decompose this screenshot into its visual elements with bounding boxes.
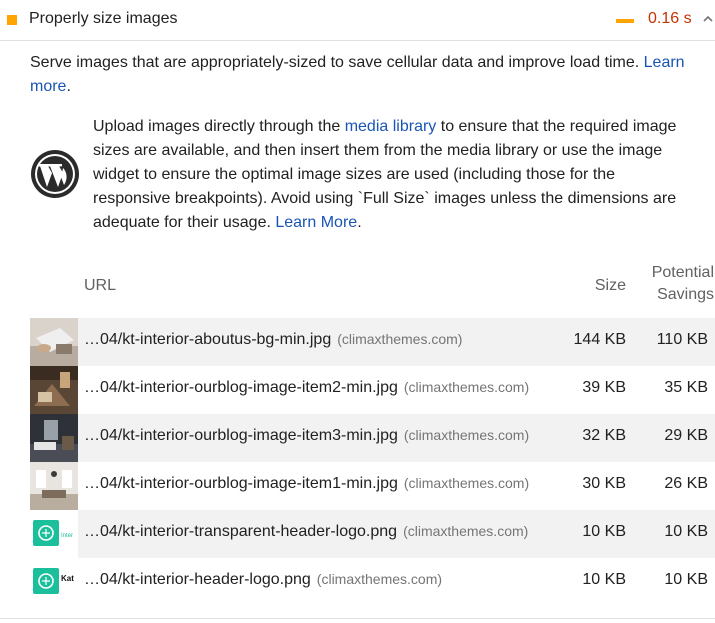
resource-url[interactable]: …04/kt-interior-header-logo.png (climaxth…	[84, 571, 442, 589]
table-row[interactable]: Inter …04/kt-interior-transparent-header…	[30, 510, 715, 558]
wordpress-logo-icon	[31, 150, 79, 198]
resource-url[interactable]: …04/kt-interior-ourblog-image-item2-min.…	[84, 379, 529, 397]
table-row[interactable]: …04/kt-interior-ourblog-image-item3-min.…	[30, 414, 715, 462]
photo-thumbnail	[30, 462, 78, 510]
resource-size: 39 KB	[582, 379, 626, 396]
audit-header[interactable]: Properly size images 0.16 s	[0, 0, 715, 41]
chevron-up-icon[interactable]	[702, 13, 714, 25]
resource-url[interactable]: …04/kt-interior-transparent-header-logo.…	[84, 523, 528, 541]
resource-size: 144 KB	[573, 331, 626, 348]
resource-savings: 110 KB	[656, 331, 708, 348]
learn-more-wp-link[interactable]: Learn More	[275, 214, 357, 231]
photo-thumbnail	[30, 366, 78, 414]
column-header-size: Size	[594, 277, 626, 294]
resource-url[interactable]: …04/kt-interior-ourblog-image-item3-min.…	[84, 427, 529, 445]
warning-square-icon	[7, 15, 17, 25]
audit-title: Properly size images	[29, 10, 178, 27]
resource-url[interactable]: …04/kt-interior-ourblog-image-item1-min.…	[84, 475, 529, 493]
table-row[interactable]: …04/kt-interior-aboutus-bg-min.jpg (clima…	[30, 318, 715, 366]
table-row[interactable]: …04/kt-interior-ourblog-image-item2-min.…	[30, 366, 715, 414]
resource-savings: 35 KB	[664, 379, 708, 396]
svg-text:Kat: Kat	[61, 574, 74, 583]
photo-thumbnail	[30, 414, 78, 462]
divider	[0, 618, 715, 619]
resource-savings: 10 KB	[664, 571, 708, 588]
resource-savings: 26 KB	[664, 475, 708, 492]
table-row[interactable]: …04/kt-interior-ourblog-image-item1-min.…	[30, 462, 715, 510]
wordpress-note: Upload images directly through the media…	[93, 118, 677, 231]
audit-description: Serve images that are appropriately-size…	[30, 54, 685, 95]
photo-thumbnail	[30, 318, 78, 366]
table-row[interactable]: Kat …04/kt-interior-header-logo.png (clim…	[30, 558, 715, 606]
logo-thumbnail: Kat	[30, 558, 78, 606]
audit-properly-size-images: Properly size images 0.16 s Serve images…	[0, 0, 715, 623]
audit-value: 0.16 s	[648, 10, 692, 27]
results-table: …04/kt-interior-aboutus-bg-min.jpg (clima…	[30, 318, 715, 606]
resource-size: 32 KB	[582, 427, 626, 444]
resource-size: 30 KB	[582, 475, 626, 492]
svg-text:Inter: Inter	[61, 533, 73, 539]
column-header-url: URL	[84, 277, 117, 294]
resource-savings: 29 KB	[664, 427, 708, 444]
savings-bar-icon	[616, 19, 634, 23]
resource-url[interactable]: …04/kt-interior-aboutus-bg-min.jpg (clima…	[84, 331, 462, 349]
logo-thumbnail: Inter	[30, 510, 78, 558]
media-library-link[interactable]: media library	[345, 118, 437, 135]
resource-size: 10 KB	[582, 523, 626, 540]
column-header-savings: Potential Savings	[651, 264, 714, 303]
resource-savings: 10 KB	[664, 523, 708, 540]
resource-size: 10 KB	[582, 571, 626, 588]
